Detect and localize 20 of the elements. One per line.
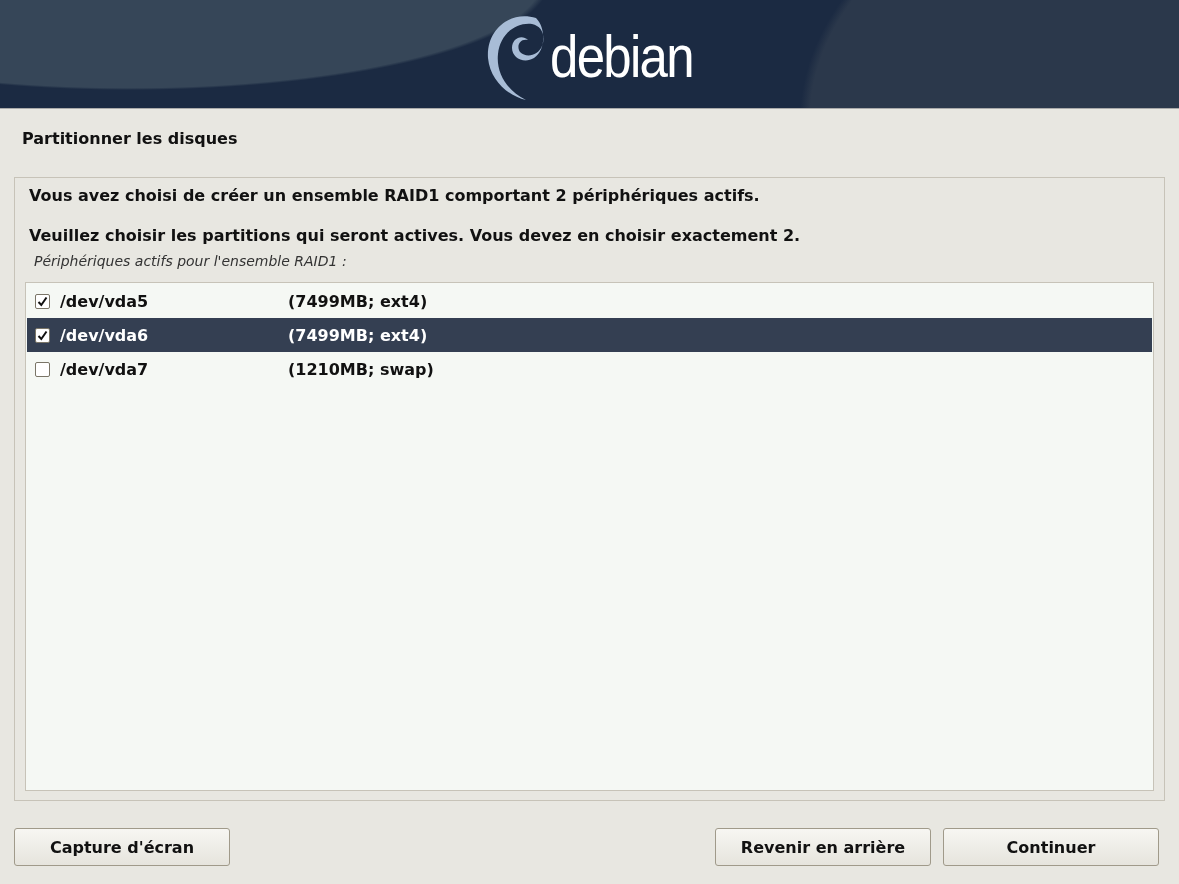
instruction-text: Veuillez choisir les partitions qui seront actives. Vous devez en choisir exactement 2. — [28, 226, 802, 245]
list-label: Périphériques actifs pour l'ensemble RAID1 : — [33, 253, 348, 269]
checkbox[interactable] — [35, 327, 50, 343]
instruction-text: Vous avez choisi de créer un ensemble RAID1 comportant 2 périphériques actifs. — [28, 186, 761, 205]
back-button[interactable]: Revenir en arrière — [715, 828, 931, 866]
screenshot-button[interactable]: Capture d'écran — [14, 828, 230, 866]
partition-row[interactable]: /dev/vda6 (7499MB; ext4) — [27, 318, 1152, 352]
partition-info: (7499MB; ext4) — [288, 325, 428, 345]
page-title: Partitionner les disques — [21, 128, 239, 147]
partition-row[interactable]: /dev/vda5 (7499MB; ext4) — [27, 284, 1152, 318]
device-name: /dev/vda5 — [60, 291, 150, 311]
partition-info: (1210MB; swap) — [288, 359, 434, 379]
partition-info: (7499MB; ext4) — [288, 291, 428, 311]
logo-text: debian — [550, 21, 694, 91]
partition-row[interactable]: /dev/vda7 (1210MB; swap) — [27, 352, 1152, 386]
device-name: /dev/vda7 — [60, 359, 150, 379]
device-name: /dev/vda6 — [60, 325, 150, 345]
continue-button[interactable]: Continuer — [943, 828, 1159, 866]
checkbox[interactable] — [35, 293, 50, 309]
checkbox[interactable] — [35, 361, 50, 377]
